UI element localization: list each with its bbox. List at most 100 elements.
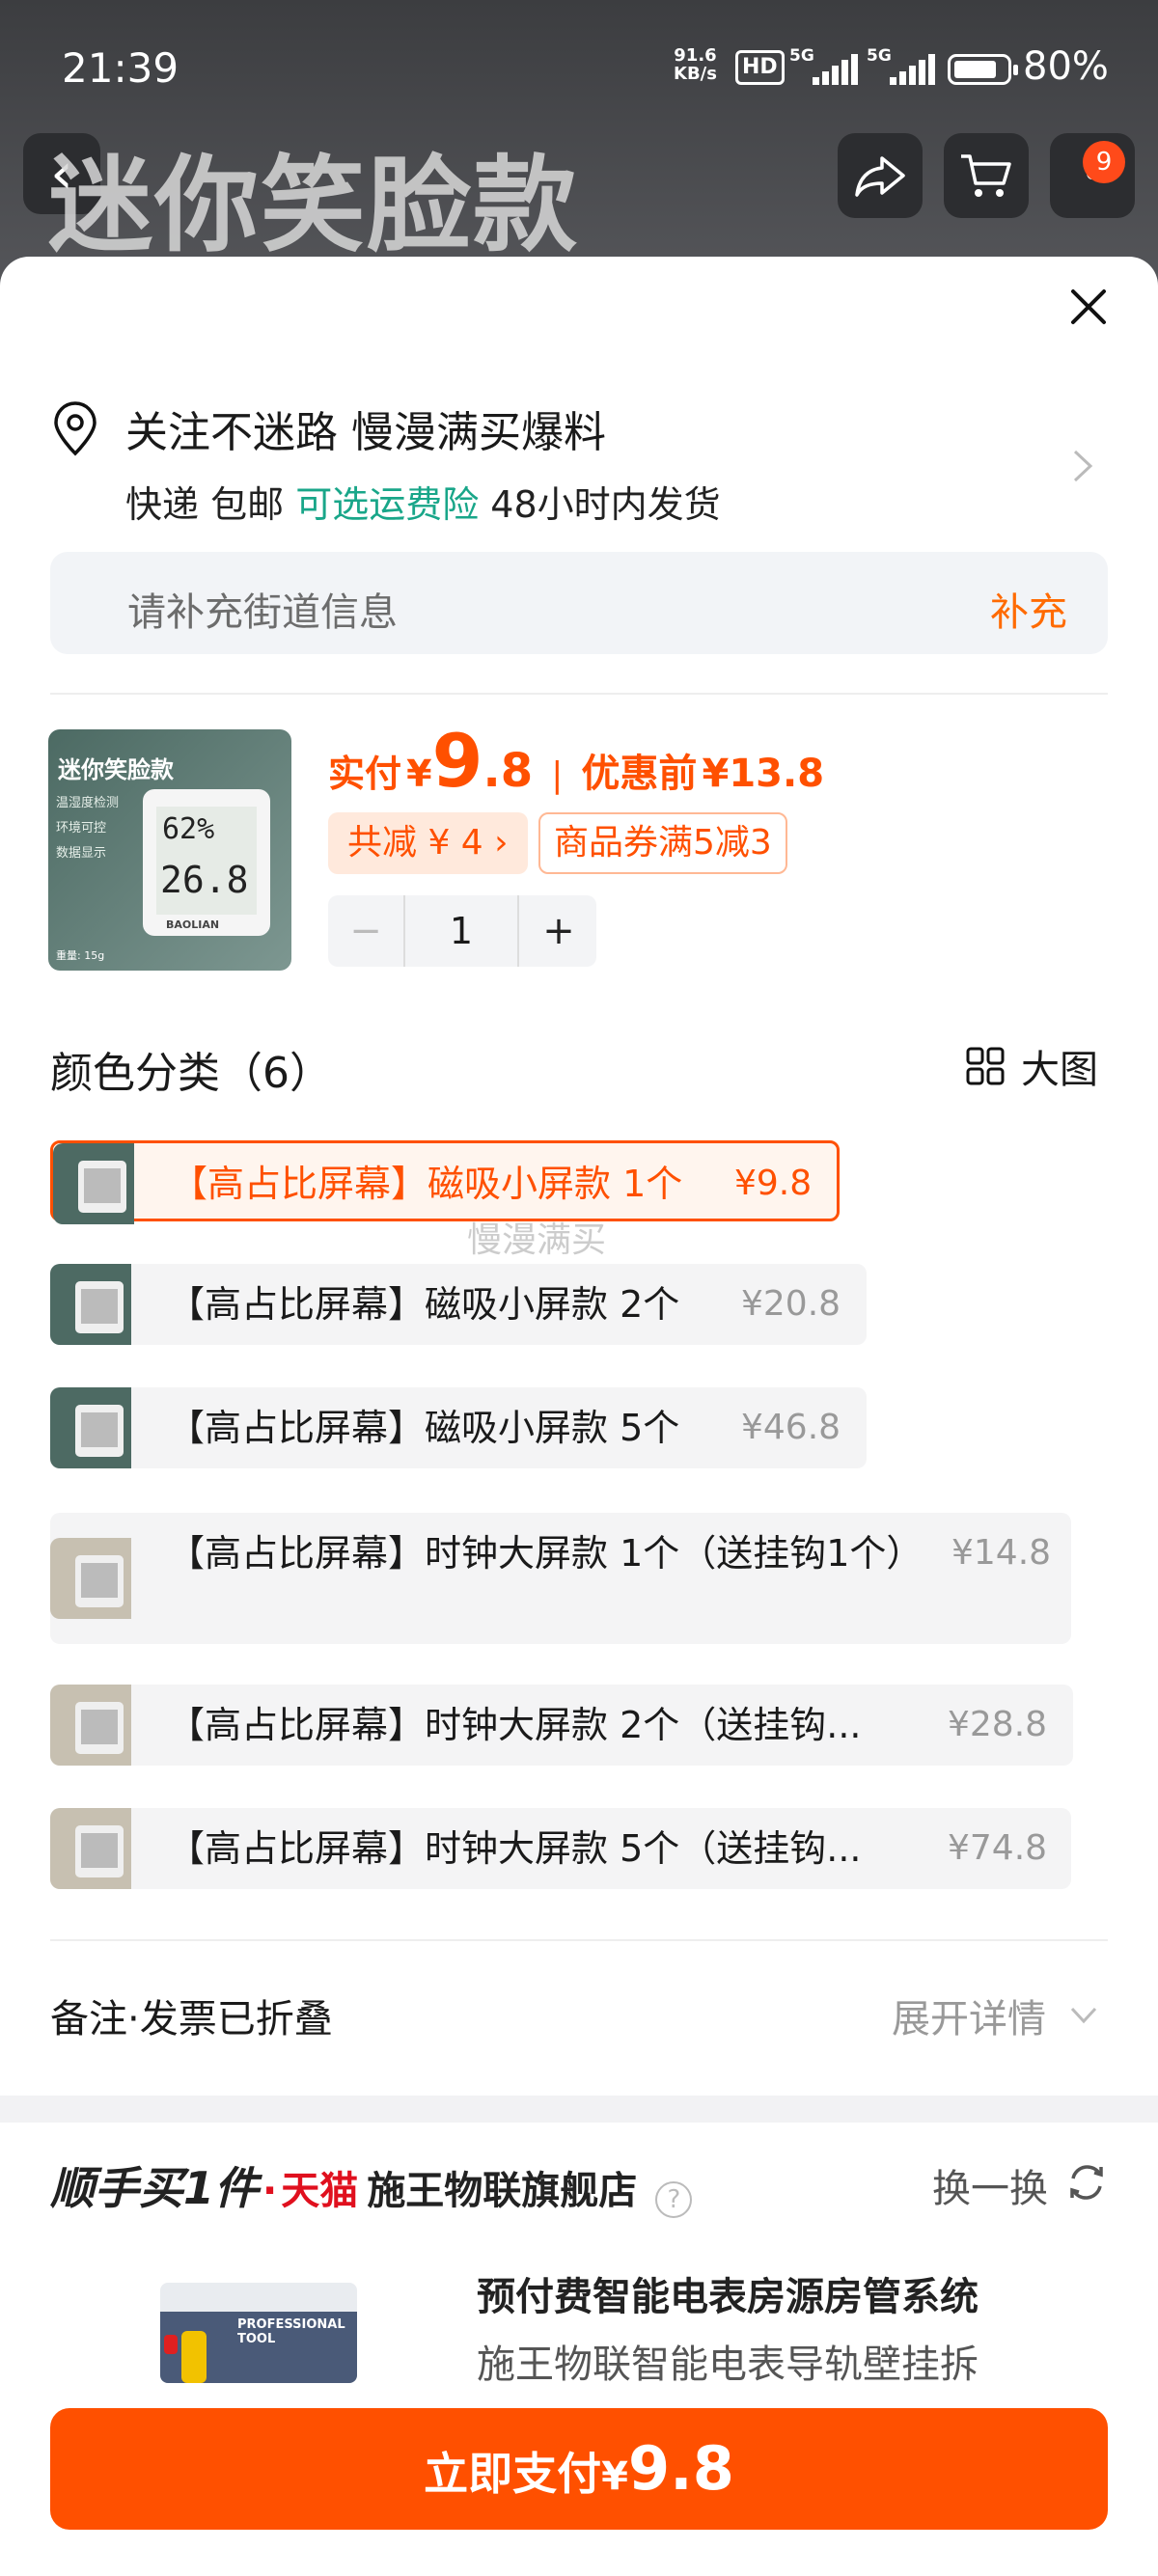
recommend-subtitle: 施王物联智能电表导轨壁挂拆 xyxy=(477,2343,979,2387)
recommend-slogan: 顺手买1件 xyxy=(50,2162,260,2214)
price-prefix: 实付 xyxy=(328,753,402,795)
close-icon[interactable] xyxy=(1065,284,1112,330)
signal-label: 5G xyxy=(867,46,892,66)
variant-name: 【高占比屏幕】磁吸小屏款 2个 xyxy=(168,1283,680,1326)
image-bullets: 温湿度检测 环境可控 数据显示 xyxy=(56,791,119,866)
banner-text: 迷你笑脸款 xyxy=(48,146,580,266)
quantity-minus-button[interactable]: − xyxy=(328,895,403,967)
street-placeholder: 请补充街道信息 xyxy=(127,590,398,635)
variant-thumbnail xyxy=(50,1685,131,1766)
variant-price: ¥46.8 xyxy=(741,1408,841,1447)
big-view-toggle[interactable]: 大图 xyxy=(963,1038,1098,1094)
watermark: 慢漫满买 xyxy=(467,1220,607,1260)
tmall-logo: 天猫 xyxy=(281,2169,359,2213)
image-bullet: 数据显示 xyxy=(56,846,107,861)
price-decimal: .8 xyxy=(482,744,534,798)
variant-price: ¥28.8 xyxy=(948,1705,1048,1744)
expand-details-button[interactable]: 展开详情 xyxy=(892,1987,1046,2043)
notes-label: 备注·发票已折叠 xyxy=(50,1997,333,2042)
street-fill-button[interactable]: 补充 xyxy=(990,581,1067,637)
variant-thumbnail xyxy=(50,1808,131,1889)
price-int: 9 xyxy=(431,718,483,804)
signal-label: 5G xyxy=(789,46,814,66)
variant-thumbnail xyxy=(50,1538,131,1619)
quantity-plus-button[interactable]: + xyxy=(521,895,596,967)
pay-label: 立即支付 xyxy=(424,2448,602,2500)
checkout-sheet: 关注不迷路 慢漫满买爆料 快递 包邮 可选运费险 48小时内发货 请补充街道信息… xyxy=(0,257,1158,2576)
big-view-label: 大图 xyxy=(1021,1048,1098,1092)
insurance-link[interactable]: 可选运费险 xyxy=(295,483,479,526)
delivery-type: 快递 包邮 xyxy=(125,483,285,526)
image-title: 迷你笑脸款 xyxy=(58,756,174,783)
variant-price: ¥9.8 xyxy=(734,1164,813,1203)
pay-now-button[interactable]: 立即支付¥9.8 xyxy=(50,2408,1108,2530)
variant-thumbnail xyxy=(53,1143,134,1224)
chevron-down-icon[interactable] xyxy=(1069,2005,1098,2026)
share-icon xyxy=(855,156,905,197)
price-separator: | xyxy=(551,755,564,795)
address-title: 关注不迷路 慢漫满买爆料 xyxy=(125,408,606,457)
battery-percent: 80% xyxy=(1023,44,1109,89)
tmall-dot: · xyxy=(262,2169,278,2213)
discount-tag[interactable]: 共减 ¥ 4 › xyxy=(328,812,528,874)
more-button[interactable]: • 9 xyxy=(1050,133,1135,218)
device-humidity: 62% xyxy=(162,812,215,846)
cart-badge: 9 xyxy=(1083,141,1125,183)
variant-price: ¥20.8 xyxy=(741,1284,841,1324)
variant-option[interactable]: 【高占比屏幕】时钟大屏款 1个（送挂钩1个） ¥14.8 xyxy=(50,1513,1071,1644)
help-icon[interactable]: ? xyxy=(655,2180,693,2218)
refresh-icon[interactable] xyxy=(1065,2161,1108,2204)
pay-currency: ¥ xyxy=(601,2454,628,2499)
status-bar: 21:39 91.6 KB/s HD 5G 5G 80% xyxy=(0,0,1158,135)
shop-name[interactable]: 施王物联旗舰店 xyxy=(367,2169,637,2213)
variant-option[interactable]: 【高占比屏幕】时钟大屏款 5个（送挂钩... ¥74.8 xyxy=(50,1808,1071,1889)
signal-icon: 5G xyxy=(789,46,863,89)
variant-thumbnail xyxy=(50,1264,131,1345)
product-image[interactable]: 迷你笑脸款 温湿度检测 环境可控 数据显示 62% 26.8 BAOLIAN 重… xyxy=(48,729,291,971)
signal-icon: 5G xyxy=(867,46,940,89)
variant-name: 【高占比屏幕】时钟大屏款 2个（送挂钩... xyxy=(168,1704,862,1746)
image-bullet: 环境可控 xyxy=(56,821,107,836)
image-bullet: 温湿度检测 xyxy=(56,796,120,810)
cart-button[interactable] xyxy=(944,133,1029,218)
battery-icon xyxy=(948,54,1018,85)
variant-option[interactable]: 【高占比屏幕】时钟大屏款 2个（送挂钩... ¥28.8 xyxy=(50,1685,1073,1766)
variant-option[interactable]: 【高占比屏幕】磁吸小屏款 5个 ¥46.8 xyxy=(50,1387,867,1468)
street-info-bar[interactable]: 请补充街道信息 补充 xyxy=(50,552,1108,654)
battery-fill xyxy=(954,61,996,78)
pay-amount: 9.8 xyxy=(628,2433,734,2504)
price-line: 实付 ¥9.8 | 优惠前 ¥13.8 xyxy=(328,718,824,804)
variant-name: 【高占比屏幕】时钟大屏款 5个（送挂钩... xyxy=(168,1827,862,1870)
ship-time: 48小时内发货 xyxy=(490,483,721,526)
price-currency: ¥ xyxy=(406,753,432,795)
cart-icon xyxy=(961,154,1011,197)
variant-price: ¥74.8 xyxy=(948,1828,1048,1868)
quantity-stepper: − 1 + xyxy=(328,895,596,967)
location-pin-icon xyxy=(54,401,96,456)
variant-name: 【高占比屏幕】磁吸小屏款 5个 xyxy=(168,1407,680,1449)
image-weight: 重量: 15g xyxy=(56,949,105,962)
divider xyxy=(50,693,1108,695)
net-speed: 91.6 KB/s xyxy=(674,46,717,83)
swap-button[interactable]: 换一换 xyxy=(932,2157,1048,2213)
variant-option[interactable]: 【高占比屏幕】磁吸小屏款 2个 ¥20.8 xyxy=(50,1264,867,1345)
net-speed-value: 91.6 xyxy=(674,45,717,66)
quantity-value[interactable]: 1 xyxy=(403,895,519,967)
net-speed-unit: KB/s xyxy=(674,64,717,84)
variant-name: 【高占比屏幕】时钟大屏款 1个（送挂钩1个） xyxy=(168,1532,924,1575)
divider xyxy=(50,1939,1108,1941)
recommend-image-text: PROFESSIONAL TOOL xyxy=(237,2317,345,2346)
recommend-header: 顺手买1件 · 天猫 施王物联旗舰店 ? xyxy=(50,2153,693,2218)
hd-icon: HD xyxy=(735,50,785,85)
coupon-tag: 商品券满5减3 xyxy=(538,812,787,874)
original-price: ¥13.8 xyxy=(702,752,825,796)
recommend-product-image[interactable]: PROFESSIONAL TOOL xyxy=(160,2283,357,2383)
chevron-right-icon[interactable] xyxy=(1071,448,1094,484)
variant-option[interactable]: 【高占比屏幕】磁吸小屏款 1个 ¥9.8 xyxy=(50,1140,840,1224)
section-gap xyxy=(0,2096,1158,2123)
share-button[interactable] xyxy=(838,133,923,218)
device-temperature: 26.8 xyxy=(160,859,249,901)
variant-price: ¥14.8 xyxy=(951,1533,1052,1573)
recommend-title[interactable]: 预付费智能电表房源房管系统 xyxy=(477,2265,979,2321)
device-brand: BAOLIAN xyxy=(166,918,220,931)
